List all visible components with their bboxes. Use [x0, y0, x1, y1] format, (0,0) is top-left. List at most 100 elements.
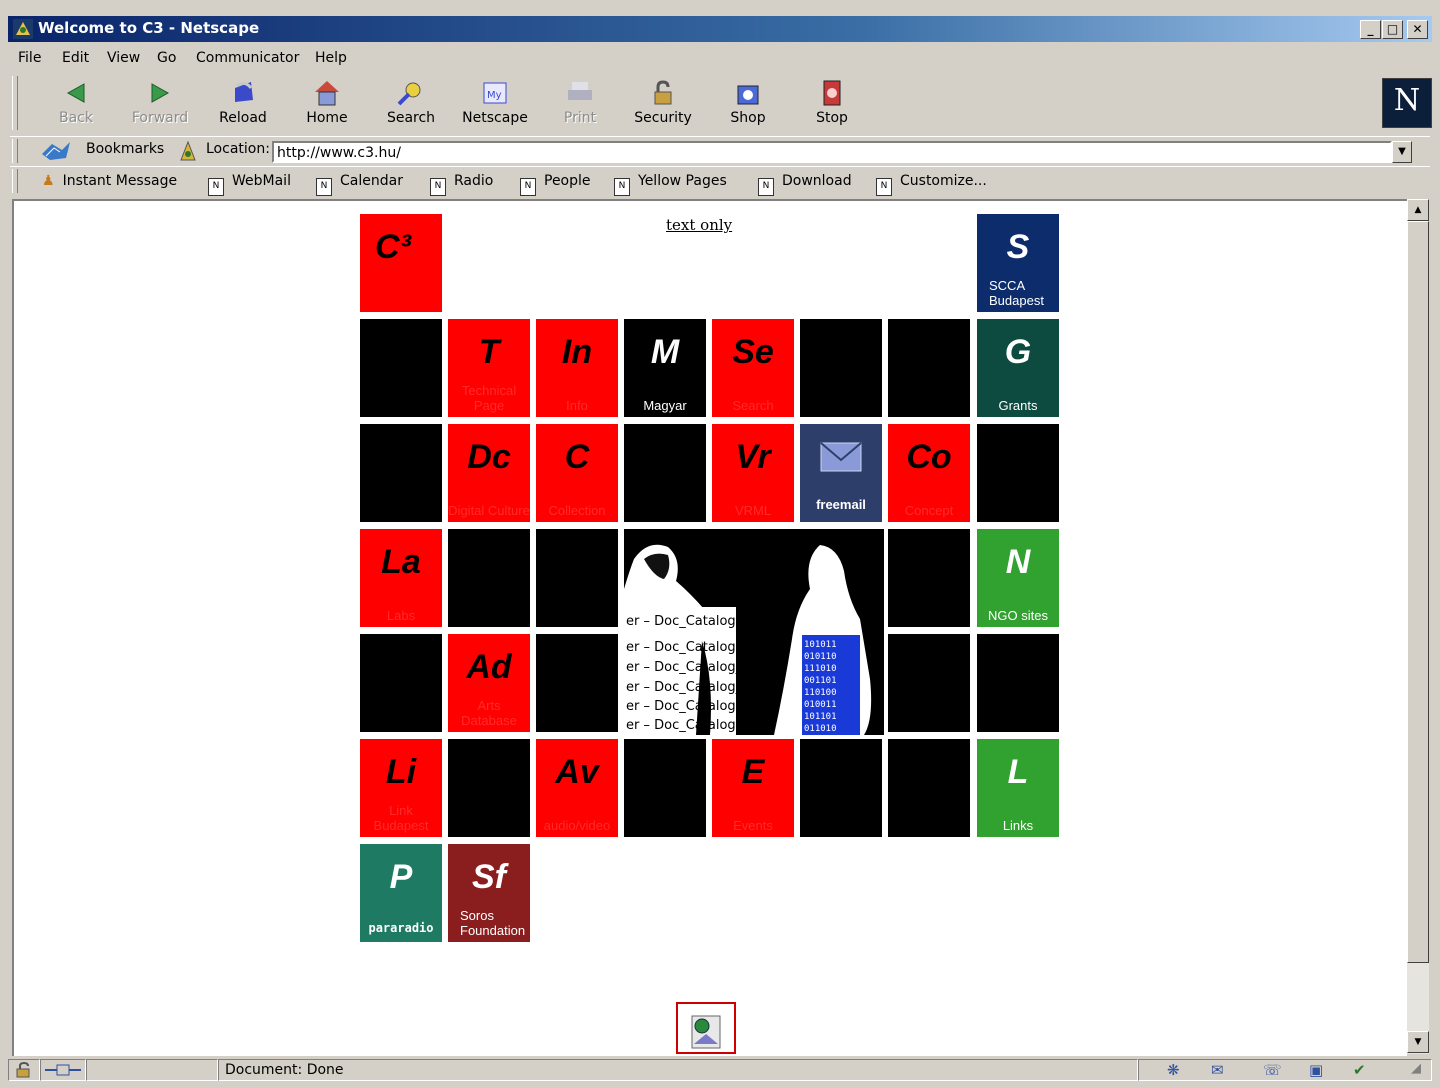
mail-icon[interactable]: ✉: [1211, 1061, 1224, 1079]
menu-communicator[interactable]: Communicator: [196, 50, 299, 66]
menu-view[interactable]: View: [107, 50, 140, 66]
scroll-up-button[interactable]: ▲: [1407, 199, 1429, 221]
personal-webmail[interactable]: N WebMail: [208, 173, 291, 196]
tile-name: VRML: [734, 503, 772, 518]
personal-toolbar: ♟ Instant Message N WebMail N Calendar N Radio N…: [10, 166, 1430, 197]
tile-blank-34: [888, 739, 970, 837]
composer-icon[interactable]: ▣: [1309, 1061, 1323, 1079]
tile-name: Link Budapest: [373, 803, 429, 833]
tile-magyar[interactable]: M Magyar: [624, 319, 706, 417]
svg-text:010110: 010110: [804, 652, 837, 662]
home-button[interactable]: Home: [287, 78, 367, 132]
personal-yellow-pages[interactable]: N Yellow Pages: [614, 173, 727, 196]
url-dropdown-button[interactable]: ▼: [1392, 141, 1412, 163]
personal-customize[interactable]: N Customize...: [876, 173, 987, 196]
tile-name: freemail: [816, 497, 866, 512]
tile-arts-database[interactable]: Ad Arts Database: [448, 634, 530, 732]
maximize-button[interactable]: □: [1382, 20, 1403, 39]
tile-events[interactable]: E Events: [712, 739, 794, 837]
personal-grip[interactable]: [12, 169, 18, 193]
personal-calendar[interactable]: N Calendar: [316, 173, 403, 196]
text-only-link[interactable]: text only: [666, 216, 732, 234]
tile-digital-culture[interactable]: Dc Digital Culture: [448, 424, 530, 522]
photo-caption-line: er – Doc_Catalog_: [626, 680, 743, 695]
online-status-box[interactable]: [40, 1059, 86, 1081]
tile-search[interactable]: Se Search: [712, 319, 794, 417]
tile-grants[interactable]: G Grants: [977, 319, 1059, 417]
tile-blank-8: [888, 319, 970, 417]
tile-symbol: Vr: [735, 438, 771, 476]
toolbar-label: Search: [386, 110, 436, 126]
tile-freemail[interactable]: freemail: [800, 424, 882, 522]
artists-photo[interactable]: 101011 010110 111010 001101 110100 010011 10…: [624, 529, 884, 735]
tile-symbol: Li: [385, 753, 417, 791]
bookmark-page-icon: N: [758, 178, 774, 196]
print-button[interactable]: Print: [540, 78, 620, 132]
tile-soros-foundation[interactable]: Sf Soros Foundation: [448, 844, 530, 942]
menu-edit[interactable]: Edit: [62, 50, 89, 66]
tile-vrml[interactable]: Vr VRML: [712, 424, 794, 522]
tile-symbol: Se: [732, 333, 774, 371]
connection-plug-icon: [45, 1064, 81, 1076]
resize-grip-icon[interactable]: ◢: [1411, 1061, 1421, 1076]
bookmarks-button[interactable]: Bookmarks: [86, 141, 164, 157]
tile-technical-page[interactable]: T Technical Page: [448, 319, 530, 417]
discussions-icon[interactable]: ☏: [1263, 1061, 1282, 1079]
tile-name: Grants: [998, 398, 1038, 413]
tile-name: Labs: [386, 608, 416, 623]
tile-symbol: E: [741, 753, 765, 791]
close-button[interactable]: ✕: [1407, 20, 1428, 39]
tile-labs[interactable]: La Labs: [360, 529, 442, 627]
tile-blank-2: [360, 319, 442, 417]
personal-radio[interactable]: N Radio: [430, 173, 493, 196]
tile-scca-budapest[interactable]: S SCCA Budapest: [977, 214, 1059, 312]
tile-name: Concept: [904, 503, 954, 518]
tile-blank-7: [800, 319, 882, 417]
menu-help[interactable]: Help: [315, 50, 347, 66]
tile-name: Technical Page: [461, 383, 517, 413]
tile-link-budapest[interactable]: Li Link Budapest: [360, 739, 442, 837]
page-proxy-icon[interactable]: [178, 140, 198, 162]
tile-blank-25: [536, 634, 618, 732]
tile-audio-video[interactable]: Av audio/video: [536, 739, 618, 837]
tile-pararadio[interactable]: Ppararadio: [360, 844, 442, 942]
minimize-button[interactable]: _: [1360, 20, 1381, 39]
forward-button[interactable]: Forward: [120, 78, 200, 132]
scroll-down-button[interactable]: ▼: [1407, 1031, 1429, 1053]
tile-info[interactable]: In Info: [536, 319, 618, 417]
security-status-box[interactable]: [8, 1059, 40, 1081]
netscape-logo[interactable]: N: [1382, 78, 1432, 128]
back-button[interactable]: Back: [36, 78, 116, 132]
tile-name: SCCA Budapest: [989, 278, 1044, 308]
footer-globe-link[interactable]: [676, 1002, 736, 1054]
security-button[interactable]: Security: [623, 78, 703, 132]
personal-item-label: People: [544, 173, 591, 189]
vertical-scrollbar[interactable]: ▲ ▼: [1407, 199, 1429, 1054]
tile-links[interactable]: L Links: [977, 739, 1059, 837]
personal-instant-message[interactable]: ♟ Instant Message: [42, 173, 177, 189]
reload-button[interactable]: Reload: [203, 78, 283, 132]
tile-concept[interactable]: Co Concept: [888, 424, 970, 522]
checkmark-icon[interactable]: ✔: [1353, 1061, 1366, 1079]
navigator-icon[interactable]: ❋: [1167, 1061, 1180, 1079]
tile-collection[interactable]: C Collection: [536, 424, 618, 522]
location-grip[interactable]: [12, 139, 18, 163]
menu-file[interactable]: File: [18, 50, 41, 66]
svg-text:111010: 111010: [804, 664, 837, 674]
tile-blank-0[interactable]: C³: [360, 214, 442, 312]
stop-button[interactable]: Stop: [792, 78, 872, 132]
personal-item-label: Download: [782, 173, 852, 189]
menu-go[interactable]: Go: [157, 50, 176, 66]
search-button[interactable]: Search: [371, 78, 451, 132]
status-bar: Document: Done ❋ ✉ ☏ ▣ ✔ ◢: [8, 1056, 1432, 1084]
personal-people[interactable]: N People: [520, 173, 591, 196]
toolbar-grip[interactable]: [12, 76, 18, 130]
scroll-thumb[interactable]: [1407, 221, 1429, 963]
tile-ngo-sites[interactable]: N NGO sites: [977, 529, 1059, 627]
personal-download[interactable]: N Download: [758, 173, 852, 196]
bookmarks-icon[interactable]: [40, 140, 74, 162]
shop-button[interactable]: Shop: [708, 78, 788, 132]
netscape-button[interactable]: My Netscape: [455, 78, 535, 132]
url-input[interactable]: http://www.c3.hu/: [272, 141, 1392, 163]
bookmark-page-icon: N: [876, 178, 892, 196]
